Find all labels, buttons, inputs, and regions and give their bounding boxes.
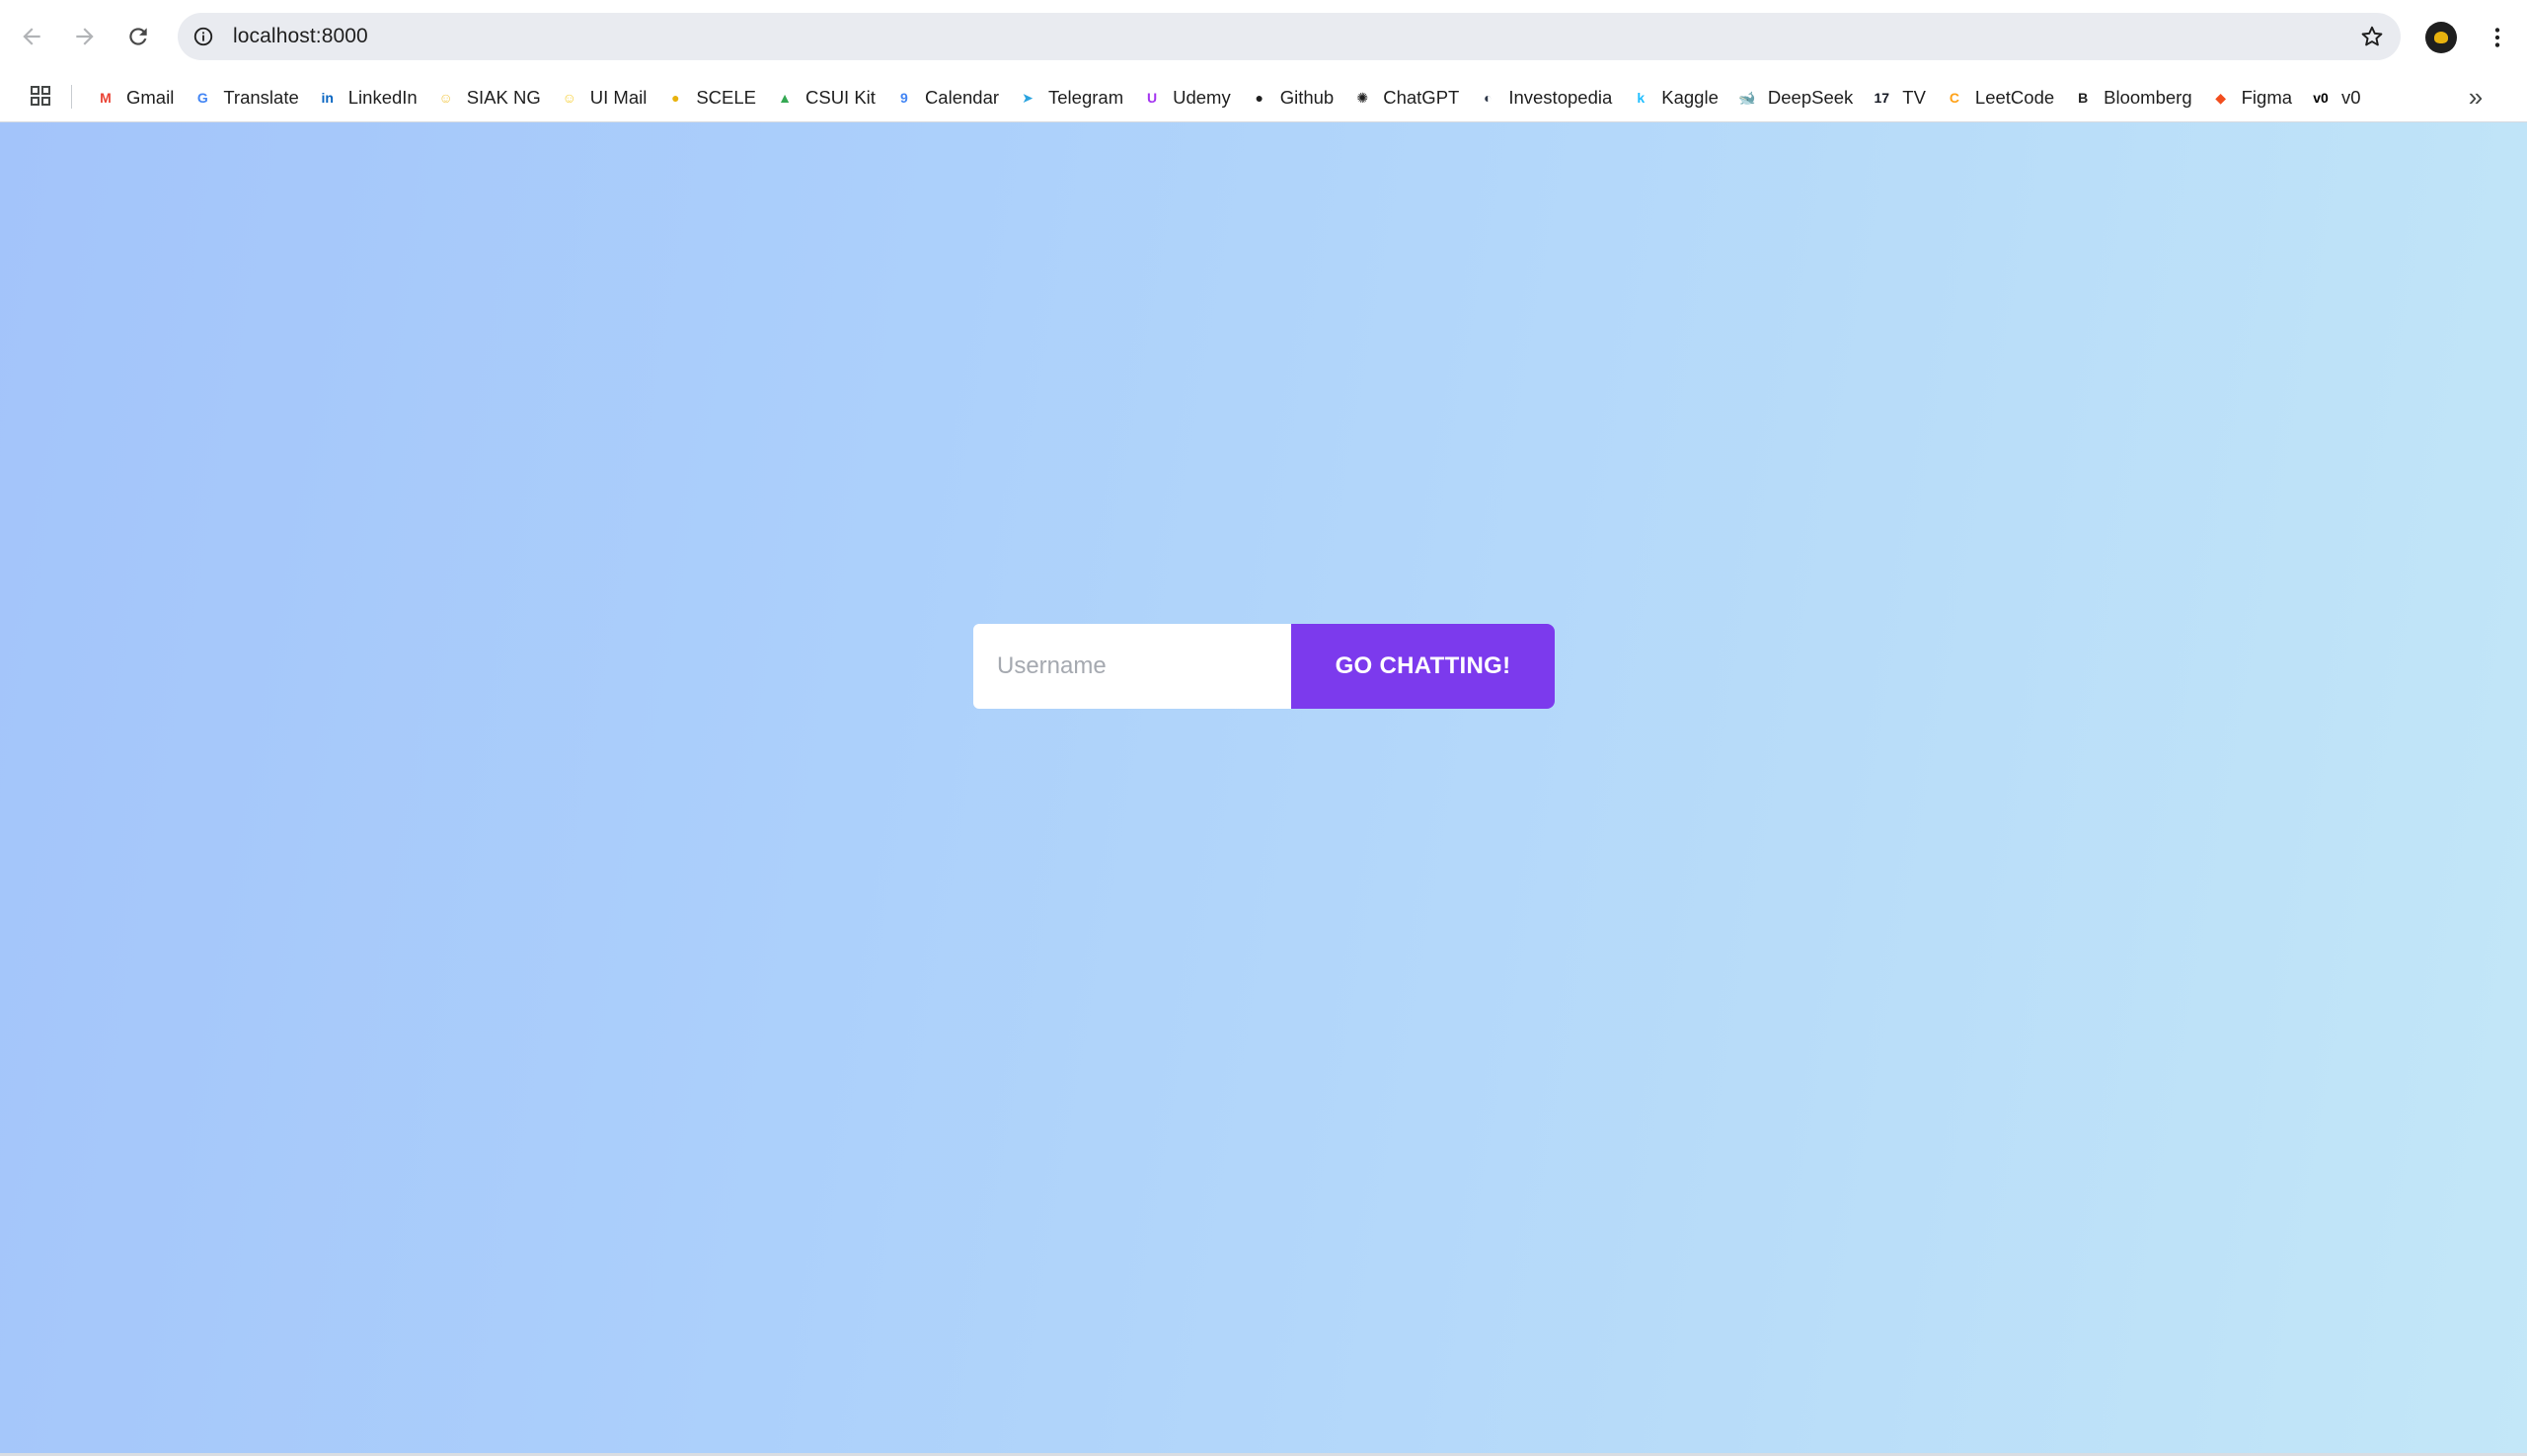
siak-icon: ☺ <box>438 90 453 106</box>
bookmark-tv[interactable]: 17 TV <box>1867 79 1936 116</box>
bookmark-investopedia[interactable]: ◐ Investopedia <box>1473 79 1622 116</box>
bookmark-label: Translate <box>223 87 299 108</box>
bookmark-label: LeetCode <box>1974 87 2055 108</box>
url-text[interactable]: localhost:8000 <box>233 25 368 48</box>
apps-grid-icon[interactable] <box>26 80 55 112</box>
forward-button[interactable] <box>65 17 105 56</box>
gmail-icon: M <box>100 90 112 106</box>
bookmark-star-icon[interactable] <box>2357 22 2387 51</box>
bookmarks-bar: M Gmail G Translate in LinkedIn ☺ SIAK NG ☺ UI Ma… <box>0 73 2527 122</box>
bookmark-gmail[interactable]: M Gmail <box>91 79 184 116</box>
more-bookmarks-button[interactable]: » <box>2458 79 2493 115</box>
address-bar[interactable]: localhost:8000 <box>178 13 2401 60</box>
browser-toolbar: localhost:8000 <box>0 0 2527 73</box>
telegram-icon: ➤ <box>1022 89 1034 106</box>
bookmark-label: Figma <box>2241 87 2293 108</box>
bookmark-label: Github <box>1279 87 1335 108</box>
bookmark-label: LinkedIn <box>347 87 418 108</box>
site-info-icon[interactable] <box>190 23 217 50</box>
bookmark-v0[interactable]: v0 v0 <box>2306 79 2371 116</box>
arrow-left-icon <box>23 28 40 45</box>
bookmark-linkedin[interactable]: in LinkedIn <box>313 79 427 116</box>
leetcode-icon: C <box>1949 90 1959 106</box>
investopedia-icon: ◐ <box>1484 90 1493 106</box>
v0-icon: v0 <box>2313 90 2329 106</box>
bookmark-figma[interactable]: ◆ Figma <box>2206 79 2302 116</box>
bookmark-siak-ng[interactable]: ☺ SIAK NG <box>431 79 551 116</box>
bookmark-list: M Gmail G Translate in LinkedIn ☺ SIAK NG ☺ UI Ma… <box>91 73 2375 122</box>
login-form: GO CHATTING! <box>973 624 1555 709</box>
bookmark-github[interactable]: ● Github <box>1245 79 1344 116</box>
bookmark-label: Udemy <box>1173 87 1231 108</box>
bookmark-label: SIAK NG <box>466 87 541 108</box>
tradingview-icon: 17 <box>1874 90 1890 106</box>
bookmarks-divider <box>71 85 72 109</box>
bookmark-telegram[interactable]: ➤ Telegram <box>1013 79 1133 116</box>
scele-icon: ● <box>671 90 680 106</box>
username-input[interactable] <box>973 624 1291 709</box>
bookmark-leetcode[interactable]: C LeetCode <box>1940 79 2064 116</box>
profile-avatar[interactable] <box>2425 22 2457 53</box>
bookmark-label: Gmail <box>126 87 175 108</box>
kaggle-icon: k <box>1637 90 1646 106</box>
bookmark-kaggle[interactable]: k Kaggle <box>1626 79 1728 116</box>
github-icon: ● <box>1255 90 1264 106</box>
bookmark-label: v0 <box>2341 87 2361 108</box>
bookmark-translate[interactable]: G Translate <box>188 79 308 116</box>
chatgpt-icon: ✺ <box>1356 89 1369 106</box>
bookmark-label: UI Mail <box>589 87 648 108</box>
google-drive-icon: ▲ <box>778 90 792 106</box>
ui-mail-icon: ☺ <box>562 90 576 106</box>
reload-icon <box>129 28 147 45</box>
bookmark-label: Telegram <box>1048 87 1124 108</box>
bookmark-bloomberg[interactable]: B Bloomberg <box>2068 79 2201 116</box>
figma-icon: ◆ <box>2215 89 2227 106</box>
translate-icon: G <box>196 90 208 106</box>
more-vert-icon <box>2494 28 2500 47</box>
bookmark-label: ChatGPT <box>1383 87 1460 108</box>
bookmark-label: TV <box>1902 87 1926 108</box>
go-chatting-button[interactable]: GO CHATTING! <box>1291 624 1555 709</box>
bookmark-udemy[interactable]: U Udemy <box>1137 79 1241 116</box>
deepseek-icon: 🐋 <box>1738 89 1756 106</box>
bookmark-csui-kit[interactable]: ▲ CSUI Kit <box>770 79 885 116</box>
bookmark-ui-mail[interactable]: ☺ UI Mail <box>555 79 657 116</box>
page-viewport <box>0 122 2527 1453</box>
browser-menu-button[interactable] <box>2478 18 2517 57</box>
bookmark-label: SCELE <box>696 87 756 108</box>
bloomberg-icon: B <box>2078 90 2089 106</box>
udemy-icon: U <box>1147 90 1158 106</box>
chevron-double-right-icon: » <box>2468 81 2484 112</box>
bookmark-chatgpt[interactable]: ✺ ChatGPT <box>1347 79 1469 116</box>
bookmark-label: Bloomberg <box>2104 87 2192 108</box>
bookmark-deepseek[interactable]: 🐋 DeepSeek <box>1732 79 1863 116</box>
bookmark-label: DeepSeek <box>1767 87 1854 108</box>
calendar-icon: 9 <box>900 90 908 106</box>
reload-button[interactable] <box>118 17 158 56</box>
bookmark-scele[interactable]: ● SCELE <box>660 79 766 116</box>
bookmark-label: Kaggle <box>1661 87 1719 108</box>
back-button[interactable] <box>12 17 51 56</box>
bookmark-calendar[interactable]: 9 Calendar <box>889 79 1009 116</box>
bookmark-label: Calendar <box>924 87 1000 108</box>
bookmark-label: CSUI Kit <box>805 87 876 108</box>
bookmark-label: Investopedia <box>1508 87 1613 108</box>
linkedin-icon: in <box>321 90 334 106</box>
arrow-right-icon <box>76 28 94 45</box>
